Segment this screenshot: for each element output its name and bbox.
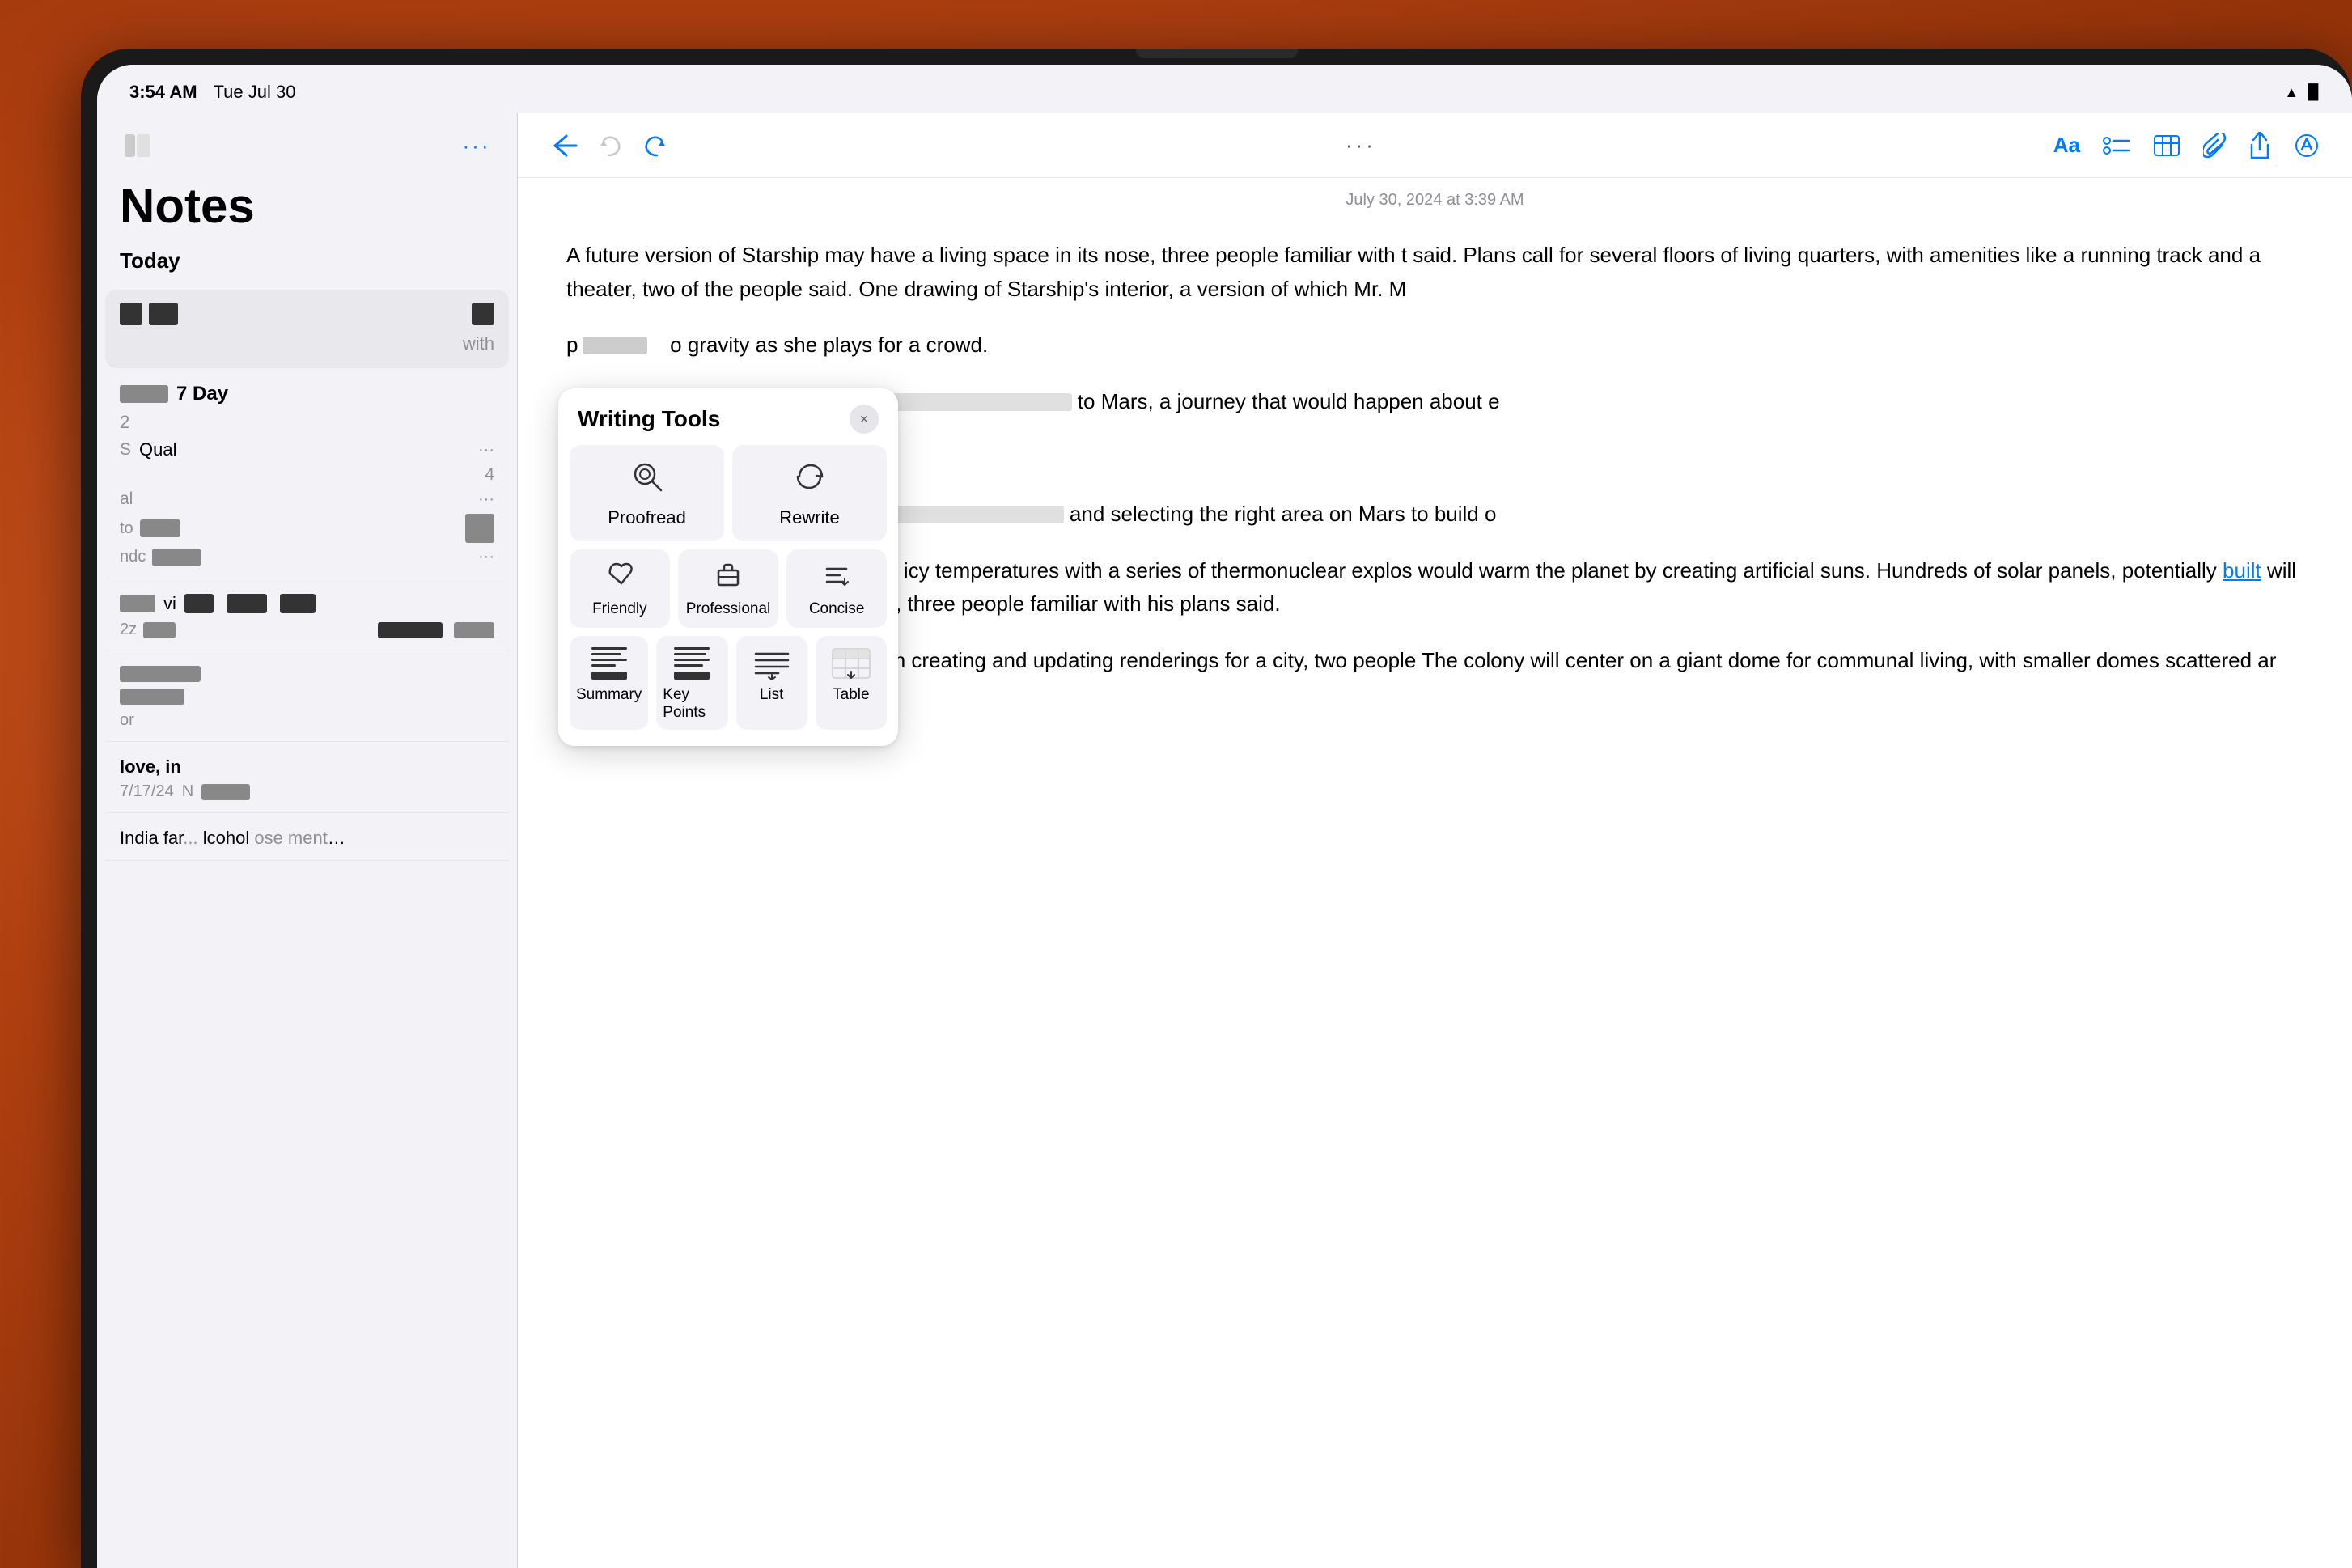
app-title: Notes <box>97 178 517 242</box>
professional-icon <box>715 562 741 594</box>
battery-icon: ▉ <box>2308 84 2320 101</box>
friendly-icon <box>607 562 633 594</box>
note-editor: ··· Aa <box>518 113 2352 1568</box>
concise-icon <box>824 562 850 594</box>
section-today: Today <box>97 242 517 280</box>
app-layout: ··· Notes Today with <box>97 113 2352 1568</box>
share-button[interactable] <box>2248 132 2271 159</box>
writing-tools-format-buttons: Summary <box>558 636 898 730</box>
note-item-4[interactable]: or <box>105 655 509 742</box>
markup-button[interactable] <box>2294 133 2320 158</box>
built-link[interactable]: built <box>2223 558 2261 583</box>
key-points-icon <box>671 647 713 680</box>
summary-icon <box>588 647 630 680</box>
list-label: List <box>760 686 784 704</box>
writing-tools-title: Writing Tools <box>578 406 720 432</box>
sidebar-toolbar: ··· <box>97 113 517 178</box>
editor-timestamp: July 30, 2024 at 3:39 AM <box>518 178 2352 222</box>
editor-toolbar-left <box>550 134 668 157</box>
friendly-label: Friendly <box>592 600 647 618</box>
writing-tools-popup: Writing Tools × <box>558 388 898 746</box>
paragraph-1: A future version of Starship may have a … <box>566 239 2303 306</box>
proofread-button[interactable]: Proofread <box>570 445 724 541</box>
camera-notch <box>1136 49 1298 58</box>
editor-toolbar-right: Aa <box>2053 132 2320 159</box>
list-icon <box>751 647 793 680</box>
note-list: with 7 Day 2 S <box>97 280 517 1568</box>
writing-tools-header: Writing Tools × <box>558 388 898 445</box>
ipad-frame: 3:54 AM Tue Jul 30 ▲ ▉ ··· <box>81 49 2352 1568</box>
more-menu-button[interactable]: ··· <box>1346 133 1376 158</box>
writing-tools-tone-buttons: Friendly Professional <box>558 549 898 636</box>
proofread-label: Proofread <box>608 507 686 528</box>
key-points-button[interactable]: Key Points <box>656 636 727 730</box>
summary-label: Summary <box>576 686 642 704</box>
status-time: 3:54 AM <box>129 82 197 103</box>
professional-label: Professional <box>686 600 771 618</box>
checklist-button[interactable] <box>2103 134 2130 157</box>
editor-toolbar: ··· Aa <box>518 113 2352 178</box>
friendly-button[interactable]: Friendly <box>570 549 670 628</box>
table-button[interactable]: Table <box>816 636 887 730</box>
attachment-button[interactable] <box>2203 133 2226 158</box>
note-title-2: 7 Day <box>120 383 494 405</box>
writing-tools-main-buttons: Proofread Rewrite <box>558 445 898 549</box>
key-points-label: Key Points <box>663 686 721 722</box>
table-label: Table <box>833 686 869 704</box>
undo-button[interactable] <box>597 134 623 157</box>
rewrite-icon <box>795 461 825 499</box>
redo-button[interactable] <box>642 134 668 157</box>
note-item-3[interactable]: vi 2z <box>105 582 509 651</box>
summary-button[interactable]: Summary <box>570 636 648 730</box>
paragraph-partial-1: p o gravity as she plays for a crowd. <box>566 328 2303 362</box>
professional-button[interactable]: Professional <box>678 549 779 628</box>
note-item-1[interactable]: with <box>105 290 509 368</box>
wifi-icon: ▲ <box>2284 84 2299 101</box>
sidebar-more-button[interactable]: ··· <box>459 128 494 163</box>
status-icons: ▲ ▉ <box>2284 84 2320 101</box>
sidebar-toggle-button[interactable] <box>120 128 155 163</box>
rewrite-label: Rewrite <box>779 507 840 528</box>
concise-label: Concise <box>809 600 865 618</box>
writing-tools-close-button[interactable]: × <box>850 405 879 434</box>
font-button[interactable]: Aa <box>2053 133 2080 158</box>
list-button[interactable]: List <box>736 636 807 730</box>
concise-button[interactable]: Concise <box>786 549 887 628</box>
note-item-6[interactable]: India far... lcohol ose ment… <box>105 816 509 861</box>
ipad-screen: 3:54 AM Tue Jul 30 ▲ ▉ ··· <box>97 65 2352 1568</box>
note-item-2[interactable]: 7 Day 2 S Qual ··· <box>105 371 509 578</box>
notes-sidebar: ··· Notes Today with <box>97 113 518 1568</box>
table-button[interactable] <box>2153 134 2180 157</box>
note-item-5[interactable]: love, in 7/17/24 N <box>105 745 509 813</box>
table-icon-visual <box>830 647 872 680</box>
back-button[interactable] <box>550 134 578 157</box>
rewrite-button[interactable]: Rewrite <box>732 445 887 541</box>
status-date: Tue Jul 30 <box>214 82 296 103</box>
status-bar: 3:54 AM Tue Jul 30 ▲ ▉ <box>97 65 2352 113</box>
proofread-icon <box>632 461 663 499</box>
